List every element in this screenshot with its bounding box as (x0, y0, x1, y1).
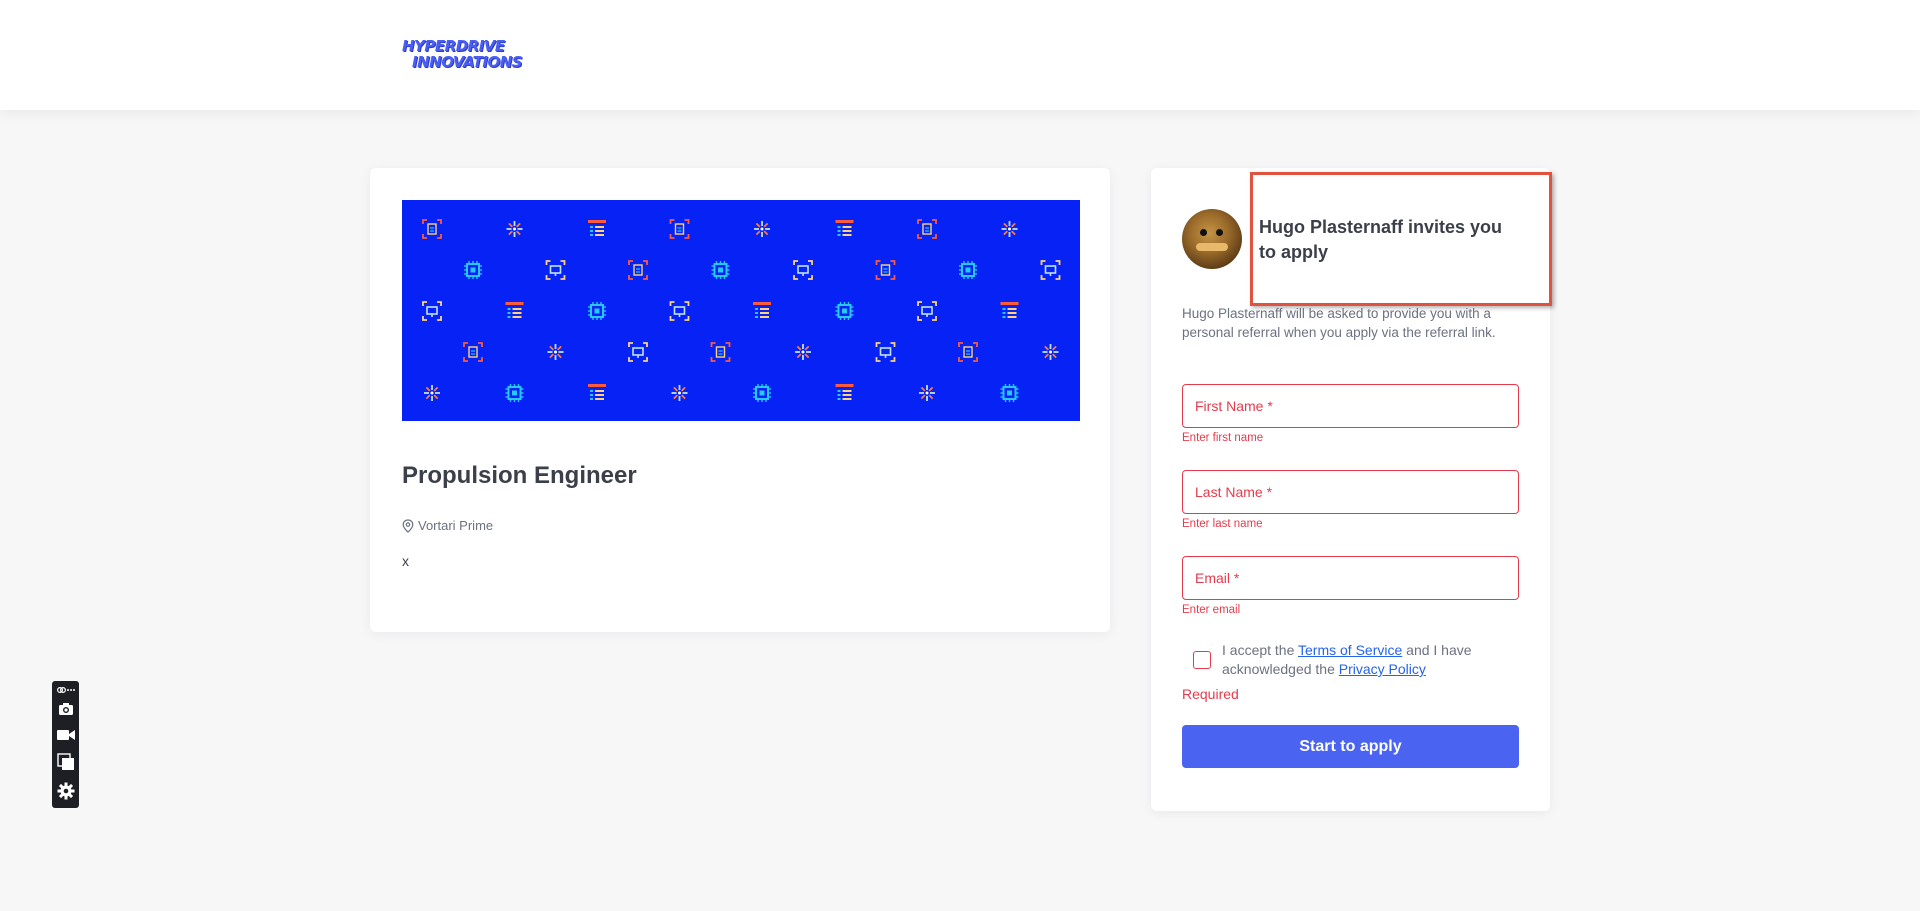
doc-pattern-icon (710, 342, 731, 362)
terms-prefix: I accept the (1222, 642, 1299, 658)
first-name-error: Enter first name (1182, 432, 1264, 444)
link-icon[interactable] (55, 685, 76, 695)
chip-pattern-icon (835, 302, 854, 320)
windows-icon[interactable] (55, 751, 76, 773)
job-location: Vortari Prime (402, 518, 493, 533)
job-title: Propulsion Engineer (402, 462, 637, 489)
email-error: Enter email (1182, 604, 1241, 616)
doc-pattern-icon (917, 219, 937, 239)
burst-pattern-icon (1042, 344, 1059, 360)
burst-pattern-icon (547, 344, 564, 360)
job-location-text: Vortari Prime (418, 518, 494, 533)
terms-required-error: Required (1182, 686, 1239, 702)
doc-pattern-icon (463, 342, 483, 362)
screen-pattern-icon (917, 301, 937, 321)
first-name-input[interactable] (1183, 385, 1518, 427)
last-name-field[interactable] (1182, 470, 1519, 514)
screen-pattern-icon (669, 301, 690, 321)
doc-pattern-icon (422, 219, 442, 239)
referral-note: Hugo Plasternaff will be asked to provid… (1182, 306, 1496, 340)
chip-pattern-icon (753, 384, 771, 402)
screen-pattern-icon (422, 301, 442, 321)
referrer-avatar (1182, 209, 1242, 269)
burst-pattern-icon (795, 344, 811, 360)
chip-pattern-icon (959, 261, 977, 279)
doc-pattern-icon (875, 260, 896, 280)
chip-pattern-icon (588, 302, 606, 320)
screen-pattern-icon (875, 342, 896, 362)
avatar-eye-left (1200, 229, 1207, 236)
top-header: HYPERDRIVE INNOVATIONS (0, 0, 1920, 110)
list-pattern-icon (505, 302, 524, 318)
brand-logo-line1: HYPERDRIVE (402, 37, 505, 55)
brand-logo[interactable]: HYPERDRIVE INNOVATIONS (402, 38, 528, 74)
list-pattern-icon (835, 384, 854, 400)
gear-icon[interactable] (55, 779, 76, 803)
terms-consent: I accept the Terms of Service and I have… (1182, 641, 1519, 683)
job-description: x (402, 553, 409, 569)
list-pattern-icon (588, 220, 606, 236)
chip-pattern-icon (505, 384, 524, 402)
chip-pattern-icon (1000, 384, 1019, 402)
camera-icon[interactable] (55, 699, 76, 719)
doc-pattern-icon (958, 342, 978, 362)
highlight-annotation-box (1250, 172, 1552, 306)
terms-checkbox[interactable] (1193, 651, 1211, 669)
burst-pattern-icon (424, 385, 440, 401)
burst-pattern-icon (506, 221, 523, 237)
application-card: Hugo Plasternaff invites you to apply Hu… (1151, 168, 1552, 811)
list-pattern-icon (1000, 302, 1019, 318)
map-pin-icon (402, 518, 414, 533)
burst-pattern-icon (754, 221, 770, 237)
last-name-input[interactable] (1183, 471, 1518, 513)
chip-pattern-icon (464, 261, 482, 279)
burst-pattern-icon (1001, 221, 1018, 237)
video-icon[interactable] (55, 725, 76, 745)
email-input[interactable] (1183, 557, 1518, 599)
job-card: Propulsion Engineer Vortari Prime x (370, 168, 1110, 632)
list-pattern-icon (753, 302, 771, 318)
avatar-mouth (1196, 243, 1228, 251)
email-field[interactable] (1182, 556, 1519, 600)
terms-of-service-link[interactable]: Terms of Service (1298, 642, 1402, 658)
chip-pattern-icon (711, 261, 730, 279)
screen-pattern-icon (628, 342, 648, 362)
terms-text: I accept the Terms of Service and I have… (1222, 641, 1522, 679)
list-pattern-icon (835, 220, 854, 236)
privacy-policy-link[interactable]: Privacy Policy (1339, 661, 1426, 677)
list-pattern-icon (588, 384, 606, 400)
screen-pattern-icon (1040, 260, 1061, 280)
burst-pattern-icon (919, 385, 935, 401)
burst-pattern-icon (671, 385, 688, 401)
last-name-error: Enter last name (1182, 518, 1263, 530)
start-to-apply-button[interactable]: Start to apply (1182, 725, 1519, 768)
avatar-eye-right (1216, 229, 1223, 236)
doc-pattern-icon (628, 260, 648, 280)
brand-logo-line2: INNOVATIONS (412, 53, 523, 71)
job-banner-image (402, 200, 1080, 421)
screen-pattern-icon (545, 260, 566, 280)
first-name-field[interactable] (1182, 384, 1519, 428)
screen-pattern-icon (793, 260, 813, 280)
doc-pattern-icon (669, 219, 690, 239)
floating-toolbar (52, 681, 79, 808)
